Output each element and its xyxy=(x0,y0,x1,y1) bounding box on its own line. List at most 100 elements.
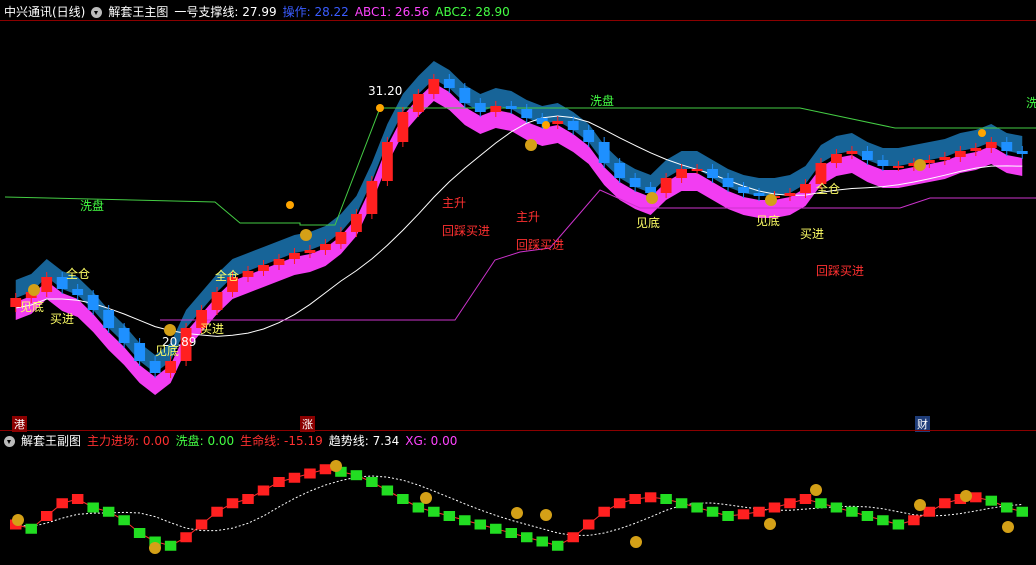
candle-body xyxy=(1016,151,1028,154)
candle-body xyxy=(676,169,688,178)
main-value-2: ABC1: 26.56 xyxy=(354,5,430,19)
sub-signal-bar xyxy=(56,498,68,509)
sub-signal-bar xyxy=(877,515,889,526)
candle-body xyxy=(350,214,362,232)
sub-signal-bar xyxy=(784,498,796,509)
money-bag-icon xyxy=(540,509,552,521)
annotation-zhusheng-2: 主升 xyxy=(516,210,541,224)
sub-indicator-name[interactable]: 解套王副图 xyxy=(21,432,81,450)
sub-signal-bar xyxy=(381,485,394,496)
stock-title[interactable]: 中兴通讯(日线) xyxy=(4,3,85,21)
sub-signal-bar xyxy=(505,528,517,538)
sub-signal-bar xyxy=(861,511,874,521)
sub-signal-bar xyxy=(164,540,177,551)
candle-body xyxy=(242,271,254,277)
candle-body xyxy=(381,142,393,181)
sub-signal-bar xyxy=(521,532,533,543)
money-bag-icon xyxy=(765,194,777,206)
sub-signal-bar xyxy=(40,511,53,521)
candle-body xyxy=(753,193,765,196)
candle-body xyxy=(366,181,378,214)
candle-body xyxy=(614,163,626,178)
sub-value-3: 趋势线: 7.34 xyxy=(328,434,400,448)
candle-body xyxy=(521,109,533,118)
sub-signal-bar xyxy=(1001,502,1013,513)
sub-signal-bar xyxy=(443,511,456,521)
annotation-huicai-2: 回踩买进 xyxy=(516,238,565,252)
candle-body xyxy=(738,187,749,193)
sub-signal-bar xyxy=(536,536,548,547)
sub-signal-bar xyxy=(474,519,487,530)
annotation-huicai-3: 回踩买进 xyxy=(816,264,865,278)
sub-signal-bar xyxy=(412,502,425,513)
candle-body xyxy=(149,361,161,373)
money-bag-icon xyxy=(960,490,972,502)
sub-signal-bar xyxy=(567,532,579,543)
candle-body xyxy=(567,121,579,130)
sub-signal-bar xyxy=(691,502,703,513)
sub-signal-bar xyxy=(799,494,812,504)
collapse-arrow-icon[interactable] xyxy=(91,6,103,18)
runner-icon xyxy=(542,121,550,129)
main-price-chart[interactable] xyxy=(0,20,1036,430)
candle-body xyxy=(861,151,873,160)
sub-signal-bar xyxy=(25,523,37,534)
main-value-1: 操作: 28.22 xyxy=(282,5,349,19)
sub-signal-bar xyxy=(629,494,641,504)
sub-signal-bar xyxy=(815,498,827,509)
sub-signal-bar xyxy=(722,511,734,521)
money-bag-icon xyxy=(511,507,523,519)
sub-signal-bar xyxy=(87,502,99,513)
sub-signal-bar xyxy=(706,506,719,517)
candle-body xyxy=(970,148,982,151)
money-bag-icon xyxy=(810,484,822,496)
sub-signal-bar xyxy=(582,519,595,530)
annotation-maijin-2: 买进 xyxy=(200,322,225,336)
sub-signal-bar xyxy=(660,494,672,504)
collapse-arrow-icon[interactable] xyxy=(4,435,15,447)
sub-signal-bar xyxy=(644,492,657,503)
annotation-huicai-1: 回踩买进 xyxy=(442,224,491,238)
candle-body xyxy=(273,259,285,265)
annotation-jiandi-1: 见底 xyxy=(20,300,45,314)
sub-signal-bar xyxy=(830,502,843,513)
candle-body xyxy=(211,292,223,310)
runner-icon xyxy=(286,201,294,209)
candle-body xyxy=(583,130,595,142)
sub-value-0: 主力进场: 0.00 xyxy=(87,434,170,448)
annotation-jiandi-4: 见底 xyxy=(756,214,781,228)
candle-body xyxy=(474,103,486,112)
sub-signal-bar xyxy=(71,494,84,504)
candle-body xyxy=(1001,142,1013,151)
annotation-quancang-1: 全仓 xyxy=(66,267,91,281)
candle-body xyxy=(846,151,858,154)
sub-signal-bar xyxy=(598,506,610,517)
sub-indicator-chart[interactable] xyxy=(0,450,1036,565)
sub-signal-bar xyxy=(490,523,502,534)
annotation-xipan-3: 洗 xyxy=(1026,96,1036,110)
sub-signal-bar xyxy=(133,528,146,538)
money-bag-icon xyxy=(764,518,776,530)
candle-body xyxy=(939,157,951,160)
money-bag-icon xyxy=(330,460,342,472)
money-bag-icon xyxy=(630,536,642,548)
candle-body xyxy=(505,106,517,109)
money-bag-icon xyxy=(28,284,40,296)
candle-body xyxy=(134,343,146,361)
indicator-name[interactable]: 解套王主图 xyxy=(108,3,168,21)
runner-icon xyxy=(376,104,384,112)
sub-signal-bar xyxy=(908,515,920,526)
sub-value-1: 洗盘: 0.00 xyxy=(175,434,235,448)
sub-signal-bar xyxy=(118,515,130,526)
money-bag-icon xyxy=(1002,521,1014,533)
money-bag-icon xyxy=(300,229,312,241)
annotation-zhusheng-1: 主升 xyxy=(442,196,467,210)
candle-body xyxy=(831,154,842,163)
candle-body xyxy=(923,160,935,163)
money-bag-icon xyxy=(12,514,24,526)
candle-body xyxy=(660,178,672,193)
sub-signal-bar xyxy=(923,506,936,517)
candle-body xyxy=(954,151,966,157)
annotation-jiandi-2: 见底 xyxy=(155,344,180,358)
annotation-xipan-2: 洗盘 xyxy=(590,94,615,108)
